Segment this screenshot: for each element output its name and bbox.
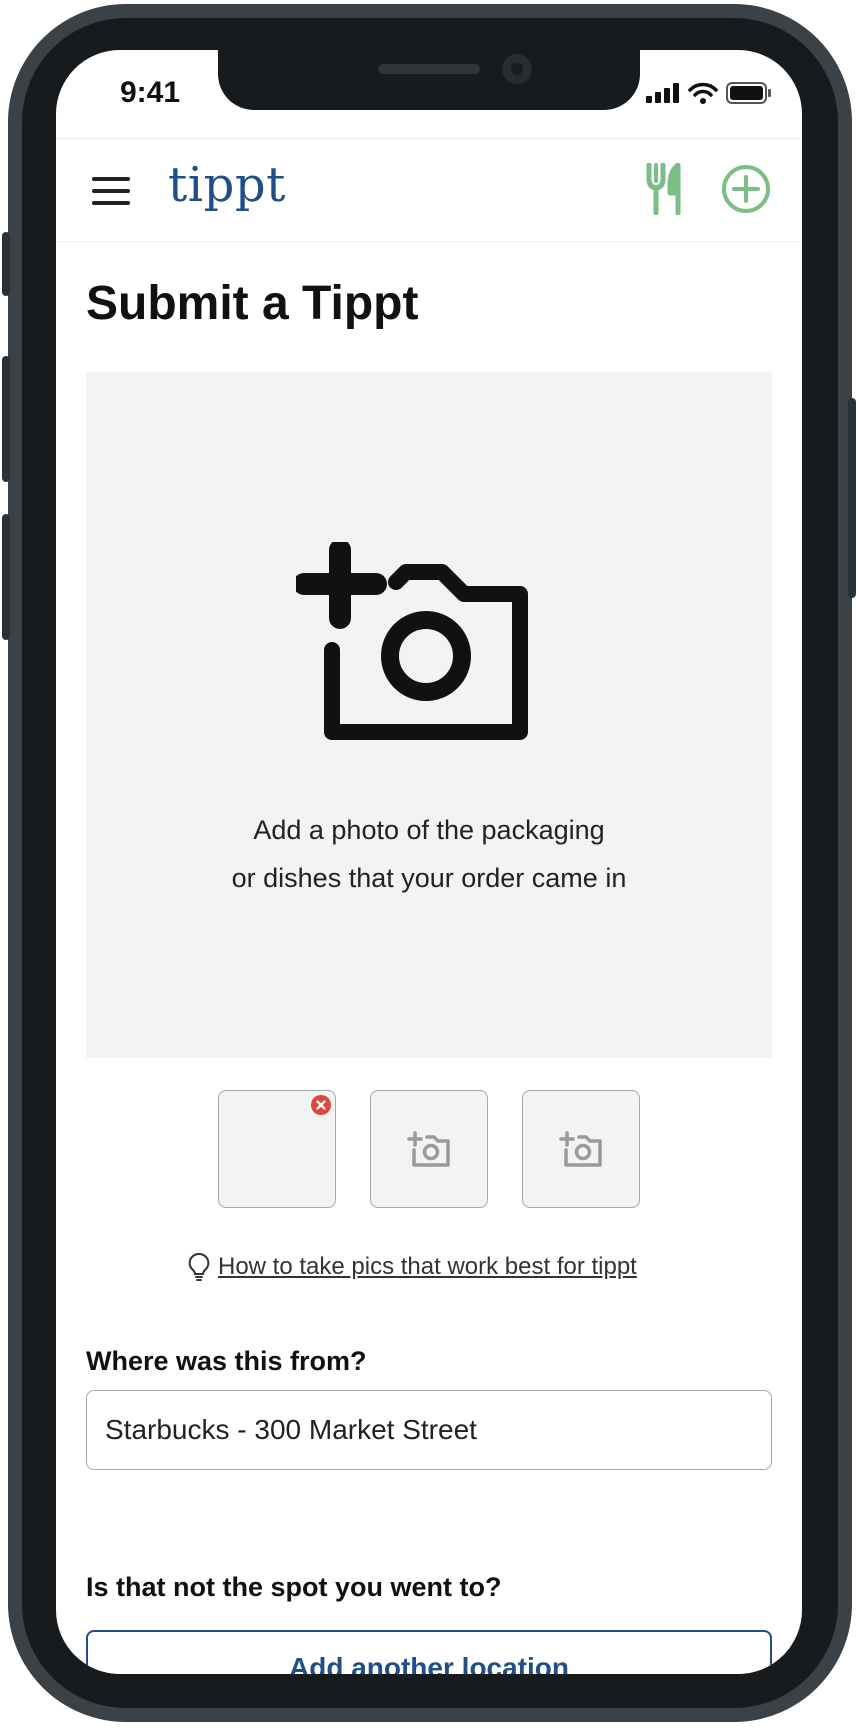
upload-instructions: Add a photo of the packaging or dishes t… <box>86 806 772 902</box>
lightbulb-icon <box>188 1252 210 1281</box>
add-photo-icon <box>407 1131 450 1167</box>
status-time: 9:41 <box>120 76 181 109</box>
location-label: Where was this from? <box>86 1346 367 1376</box>
wifi-icon <box>688 82 718 104</box>
photo-thumbnail-1[interactable] <box>218 1090 336 1208</box>
side-button-mute <box>2 232 10 296</box>
close-icon <box>316 1100 326 1110</box>
wrong-spot-question: Is that not the spot you went to? <box>86 1572 502 1602</box>
photo-thumbnail-3[interactable] <box>522 1090 640 1208</box>
remove-photo-button[interactable] <box>311 1095 331 1115</box>
screen: 9:41 tippt Submit a Tippt Add a photo of… <box>56 50 802 1674</box>
add-another-location-button[interactable]: Add another location <box>86 1630 772 1674</box>
battery-icon <box>726 82 771 104</box>
speaker-grille <box>378 64 480 74</box>
photo-tips-link[interactable]: How to take pics that work best for tipp… <box>218 1253 637 1281</box>
brand-logo[interactable]: tippt <box>168 157 286 213</box>
photo-thumbnail-2[interactable] <box>370 1090 488 1208</box>
add-tippt-button[interactable] <box>720 163 772 220</box>
status-icons <box>646 82 772 104</box>
notch <box>218 50 640 110</box>
side-button-volume-up <box>2 356 10 482</box>
fork-knife-icon <box>646 162 681 216</box>
photo-tip: How to take pics that work best for tipp… <box>188 1252 637 1282</box>
side-button-power <box>848 398 856 598</box>
front-camera <box>502 54 532 84</box>
photo-upload-area[interactable]: Add a photo of the packaging or dishes t… <box>86 372 772 1058</box>
photo-thumbnails <box>218 1090 642 1210</box>
restaurants-button[interactable] <box>646 162 686 220</box>
app-header: tippt <box>56 138 802 242</box>
upload-instructions-line-1: Add a photo of the packaging <box>253 815 605 845</box>
cellular-signal-icon <box>646 83 679 103</box>
add-photo-icon <box>559 1131 602 1167</box>
location-input[interactable] <box>86 1390 772 1470</box>
add-photo-icon <box>296 542 528 740</box>
upload-instructions-line-2: or dishes that your order came in <box>231 863 627 893</box>
page-title: Submit a Tippt <box>86 277 419 330</box>
hamburger-menu-icon <box>92 177 130 205</box>
side-button-volume-down <box>2 514 10 640</box>
hamburger-menu-button[interactable] <box>92 175 130 207</box>
plus-circle-icon <box>722 165 770 213</box>
